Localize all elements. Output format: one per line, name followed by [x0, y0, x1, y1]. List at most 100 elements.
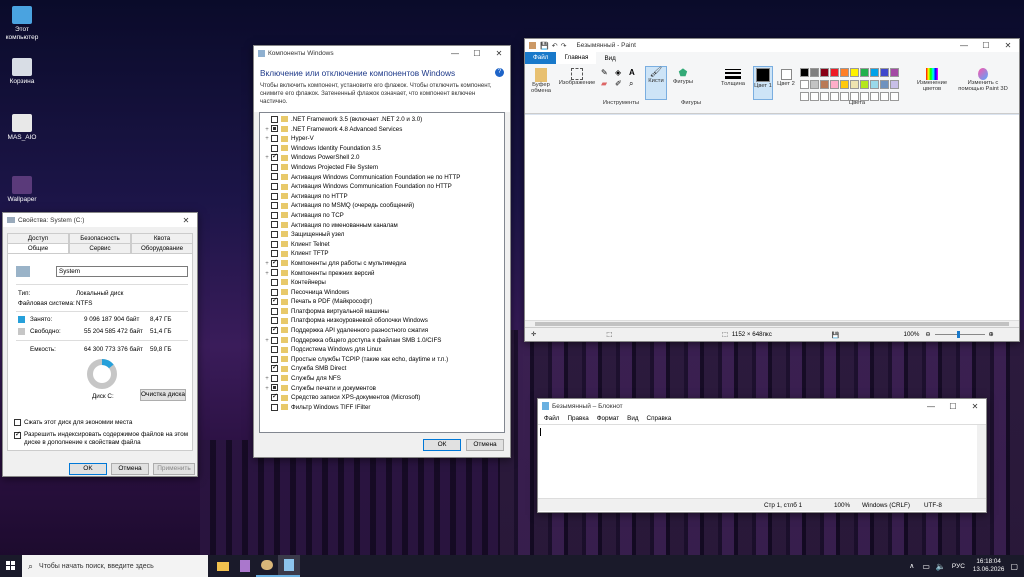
menu-file[interactable]: Файл: [540, 415, 563, 422]
color-picker-icon[interactable]: ✐: [615, 79, 627, 89]
feature-row[interactable]: + Службы печати и документов: [263, 384, 501, 394]
apply-button[interactable]: Применить: [153, 463, 195, 475]
image-button[interactable]: Изображение: [557, 68, 597, 86]
feature-checkbox[interactable]: [271, 183, 278, 191]
feature-row[interactable]: Печать в PDF (Майкрософт): [263, 297, 501, 307]
feature-checkbox[interactable]: [271, 192, 278, 200]
feature-row[interactable]: Активация по HTTP: [263, 192, 501, 202]
tab-tools[interactable]: Сервис: [69, 243, 131, 253]
palette-color[interactable]: [840, 80, 849, 89]
feature-row[interactable]: + Hyper-V: [263, 134, 501, 144]
clipboard-button[interactable]: Буфер обмена: [529, 68, 553, 94]
search-box[interactable]: ⌕ Чтобы начать поиск, введите здесь: [22, 555, 208, 577]
palette-color[interactable]: [840, 68, 849, 77]
feature-row[interactable]: + Windows PowerShell 2.0: [263, 153, 501, 163]
vertical-scrollbar[interactable]: [977, 425, 986, 498]
feature-row[interactable]: Активация Windows Communication Foundati…: [263, 182, 501, 192]
feature-checkbox[interactable]: [271, 173, 278, 181]
tab-view[interactable]: Вид: [596, 55, 623, 62]
disk-cleanup-button[interactable]: Очистка диска: [140, 389, 186, 401]
taskbar-archiver[interactable]: [234, 555, 256, 577]
feature-checkbox[interactable]: [271, 153, 278, 162]
palette-color[interactable]: [880, 80, 889, 89]
feature-checkbox[interactable]: [271, 115, 278, 123]
feature-row[interactable]: Активация по TCP: [263, 211, 501, 221]
paint-titlebar[interactable]: 💾 ↶ ↷ Безымянный - Paint — ☐ ✕: [525, 39, 1019, 52]
checkbox[interactable]: [14, 419, 21, 426]
taskbar-notepad[interactable]: [278, 555, 300, 577]
feature-row[interactable]: Средство записи XPS-документов (Microsof…: [263, 393, 501, 403]
cancel-button[interactable]: Отмена: [466, 439, 504, 451]
edit-colors-button[interactable]: Изменение цветов: [915, 68, 949, 92]
feature-row[interactable]: Платформа низкоуровневой оболочки Window…: [263, 316, 501, 326]
feature-row[interactable]: Служба SMB Direct: [263, 364, 501, 374]
feature-checkbox[interactable]: [271, 211, 278, 219]
tab-general[interactable]: Общие: [7, 243, 69, 253]
menu-help[interactable]: Справка: [643, 415, 676, 422]
feature-row[interactable]: + Службы для NFS: [263, 374, 501, 384]
feature-checkbox[interactable]: [271, 269, 278, 277]
color1-button[interactable]: Цвет 1: [753, 66, 773, 100]
desktop-icon-recycle-bin[interactable]: Корзина: [0, 58, 44, 86]
expand-icon[interactable]: +: [263, 337, 271, 346]
feature-checkbox[interactable]: [271, 336, 278, 344]
feature-checkbox[interactable]: [271, 374, 278, 382]
feature-row[interactable]: Подсистема Windows для Linux: [263, 345, 501, 355]
paint-canvas[interactable]: [525, 115, 1019, 327]
feature-row[interactable]: .NET Framework 3.5 (включает .NET 2.0 и …: [263, 115, 501, 125]
feature-row[interactable]: Активация Windows Communication Foundati…: [263, 173, 501, 183]
feature-checkbox[interactable]: [271, 403, 278, 411]
close-icon[interactable]: ✕: [175, 216, 197, 225]
close-icon[interactable]: ✕: [488, 49, 510, 58]
tab-quota[interactable]: Квота: [131, 233, 193, 243]
feature-checkbox[interactable]: [271, 364, 278, 373]
palette-color[interactable]: [870, 80, 879, 89]
feature-row[interactable]: Контейнеры: [263, 278, 501, 288]
feature-row[interactable]: Клиент TFTP: [263, 249, 501, 259]
help-icon[interactable]: ?: [495, 68, 504, 77]
maximize-icon[interactable]: ☐: [942, 402, 964, 411]
feature-checkbox[interactable]: [271, 144, 278, 152]
volume-name-input[interactable]: [56, 266, 188, 277]
feature-checkbox[interactable]: [271, 307, 278, 315]
zoom-out-icon[interactable]: ⊖: [925, 331, 930, 338]
feature-checkbox[interactable]: [271, 393, 278, 402]
network-icon[interactable]: ▭: [922, 562, 930, 571]
feature-row[interactable]: Windows Identity Foundation 3.5: [263, 144, 501, 154]
size-button[interactable]: Толщина: [719, 68, 747, 87]
feature-checkbox[interactable]: [271, 326, 278, 335]
feature-row[interactable]: Поддержка API удаленного разностного сжа…: [263, 326, 501, 336]
menu-view[interactable]: Вид: [623, 415, 642, 422]
fill-icon[interactable]: ◈: [615, 68, 627, 77]
feature-row[interactable]: Активация по именованным каналам: [263, 221, 501, 231]
close-icon[interactable]: ✕: [997, 41, 1019, 50]
tab-home[interactable]: Главная: [556, 52, 597, 64]
language-indicator[interactable]: РУС: [952, 563, 965, 570]
tab-hardware[interactable]: Оборудование: [131, 243, 193, 253]
color2-button[interactable]: Цвет 2: [777, 68, 795, 87]
tab-file[interactable]: Файл: [525, 52, 557, 64]
palette-color[interactable]: [870, 68, 879, 77]
eraser-icon[interactable]: ▰: [601, 79, 613, 89]
palette-color[interactable]: [850, 68, 859, 77]
taskbar-paint[interactable]: [256, 555, 278, 577]
feature-checkbox[interactable]: [271, 163, 278, 171]
feature-row[interactable]: Песочница Windows: [263, 288, 501, 298]
notification-icon[interactable]: ▢: [1010, 562, 1018, 571]
palette-color[interactable]: [860, 68, 869, 77]
palette-color[interactable]: [890, 80, 899, 89]
clock[interactable]: 16:18:04 13.06.2026: [973, 558, 1005, 574]
expand-icon[interactable]: +: [263, 270, 271, 279]
pencil-icon[interactable]: ✎: [601, 68, 613, 77]
text-icon[interactable]: A: [629, 68, 641, 77]
desktop-icon-wallpaper[interactable]: Wallpaper: [0, 176, 44, 204]
feature-row[interactable]: Платформа виртуальной машины: [263, 307, 501, 317]
features-titlebar[interactable]: Компоненты Windows — ☐ ✕: [254, 46, 510, 60]
feature-row[interactable]: + Компоненты для работы с мультимедиа: [263, 259, 501, 269]
minimize-icon[interactable]: —: [953, 41, 975, 50]
zoom-slider[interactable]: [934, 331, 985, 338]
palette-color[interactable]: [810, 80, 819, 89]
brushes-button[interactable]: 🖌 Кисти: [645, 66, 667, 100]
props-titlebar[interactable]: Свойства: System (C:) ✕: [3, 213, 197, 227]
palette-color[interactable]: [820, 80, 829, 89]
